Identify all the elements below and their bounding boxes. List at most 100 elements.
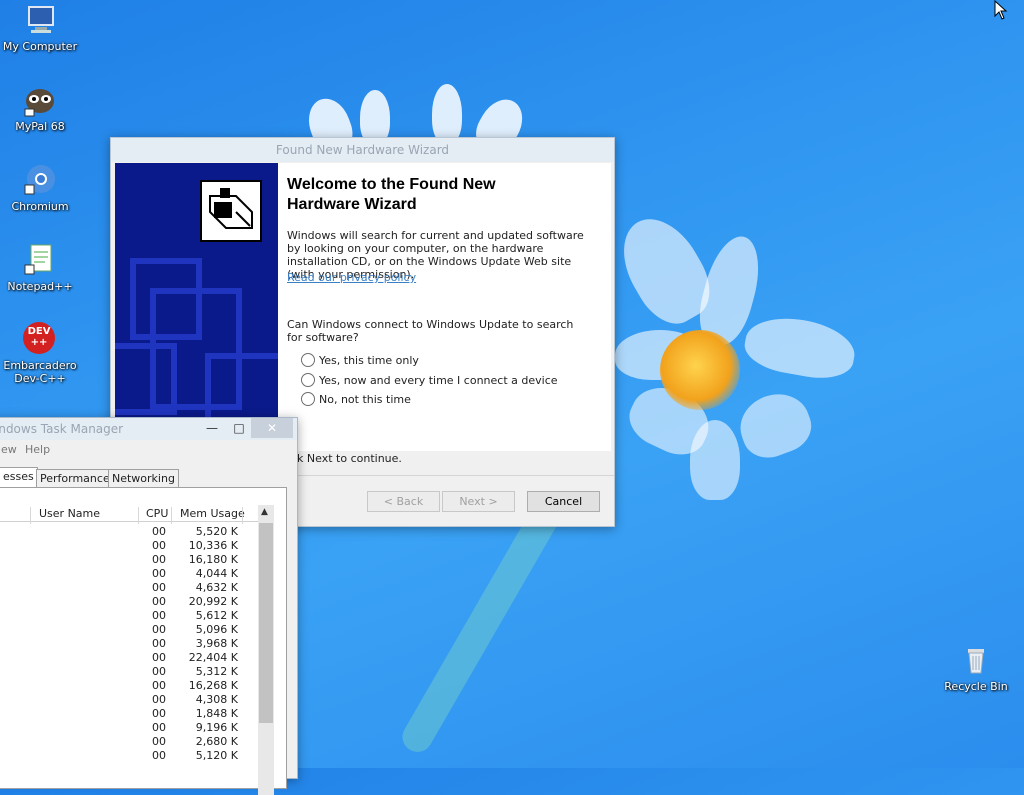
tab-performance[interactable]: Performance	[36, 469, 114, 487]
mem-value: 20,992 K	[188, 595, 238, 608]
column-cpu[interactable]: CPU	[146, 507, 168, 520]
menu-help[interactable]: Help	[25, 440, 50, 460]
table-row[interactable]: 00 10,336 K	[0, 539, 264, 553]
desktop-icon-mypal[interactable]: MyPal 68	[0, 83, 80, 133]
cpu-value: 00	[152, 567, 166, 580]
devcpp-icon: DEV ++	[23, 322, 57, 356]
minimize-icon[interactable]: —	[198, 418, 226, 438]
mem-value: 4,632 K	[195, 581, 238, 594]
radio-button[interactable]	[301, 373, 315, 387]
table-row[interactable]: 00 4,308 K	[0, 693, 264, 707]
mem-value: 5,520 K	[195, 525, 238, 538]
mem-value: 16,268 K	[188, 679, 238, 692]
cpu-value: 00	[152, 539, 166, 552]
mem-value: 3,968 K	[195, 637, 238, 650]
cpu-value: 00	[152, 525, 166, 538]
table-row[interactable]: 00 5,096 K	[0, 623, 264, 637]
column-user-name[interactable]: User Name	[39, 507, 100, 520]
table-row[interactable]: 00 9,196 K	[0, 721, 264, 735]
option-yes-once[interactable]: Yes, this time only	[301, 353, 419, 367]
mem-value: 4,308 K	[195, 693, 238, 706]
chevron-up-icon[interactable]: ▲	[261, 507, 268, 517]
desktop-icon-devcpp[interactable]: DEV ++ Embarcadero Dev-C++	[0, 322, 80, 385]
table-row[interactable]: 00 5,520 K	[0, 525, 264, 539]
cpu-value: 00	[152, 707, 166, 720]
desktop-icon-notepadpp[interactable]: Notepad++	[0, 243, 80, 293]
cpu-value: 00	[152, 581, 166, 594]
task-manager-title: indows Task Manager	[0, 422, 124, 436]
table-row[interactable]: 00 16,268 K	[0, 679, 264, 693]
column-mem-usage[interactable]: Mem Usage	[180, 507, 245, 520]
radio-button[interactable]	[301, 353, 315, 367]
wizard-banner	[115, 163, 278, 451]
scrollbar[interactable]: ▲	[258, 505, 274, 795]
table-row[interactable]: 00 5,312 K	[0, 665, 264, 679]
maximize-icon[interactable]: □	[225, 418, 253, 438]
table-row[interactable]: 00 5,120 K	[0, 749, 264, 763]
table-row[interactable]: 00 20,992 K	[0, 595, 264, 609]
option-no[interactable]: No, not this time	[301, 392, 411, 406]
scrollbar-thumb[interactable]	[259, 523, 273, 723]
privacy-policy-link[interactable]: Read our privacy policy	[287, 271, 416, 284]
table-row[interactable]: 00 16,180 K	[0, 553, 264, 567]
table-row[interactable]: 00 4,044 K	[0, 567, 264, 581]
radio-button[interactable]	[301, 392, 315, 406]
cpu-value: 00	[152, 553, 166, 566]
mypal-icon	[23, 83, 57, 117]
process-list-header: User Name CPU Mem Usage	[0, 505, 264, 524]
processes-panel: User Name CPU Mem Usage 00 5,520 K 00 10,33…	[0, 487, 287, 795]
cpu-value: 00	[152, 693, 166, 706]
table-row[interactable]: 00 5,612 K	[0, 609, 264, 623]
hardware-icon	[200, 180, 262, 242]
mem-value: 5,612 K	[195, 609, 238, 622]
continue-instruction: ck Next to continue.	[291, 452, 402, 465]
menu-view[interactable]: ew	[1, 440, 17, 460]
computer-icon	[23, 3, 57, 37]
cpu-value: 00	[152, 679, 166, 692]
cpu-value: 00	[152, 609, 166, 622]
tab-processes[interactable]: esses	[0, 467, 38, 488]
wizard-question: Can Windows connect to Windows Update to…	[287, 318, 574, 344]
mem-value: 4,044 K	[195, 567, 238, 580]
process-list: 00 5,520 K 00 10,336 K 00 16,180 K 00 4,044 K 00…	[0, 525, 264, 763]
table-row[interactable]: 00 1,848 K	[0, 707, 264, 721]
menu-bar: ew Help	[0, 440, 297, 460]
table-row[interactable]: 00 22,404 K	[0, 651, 264, 665]
cpu-value: 00	[152, 721, 166, 734]
tab-networking[interactable]: Networking	[108, 469, 179, 487]
table-row[interactable]: 00 2,680 K	[0, 735, 264, 749]
mem-value: 22,404 K	[188, 651, 238, 664]
mem-value: 5,312 K	[195, 665, 238, 678]
cpu-value: 00	[152, 595, 166, 608]
mem-value: 16,180 K	[188, 553, 238, 566]
cpu-value: 00	[152, 735, 166, 748]
back-button[interactable]: < Back	[367, 491, 440, 512]
next-button[interactable]: Next >	[442, 491, 515, 512]
notepadpp-icon	[23, 243, 57, 277]
close-icon[interactable]: ✕	[251, 418, 293, 438]
cpu-value: 00	[152, 623, 166, 636]
cpu-value: 00	[152, 665, 166, 678]
wizard-title: Found New Hardware Wizard	[111, 138, 614, 162]
option-yes-always[interactable]: Yes, now and every time I connect a devi…	[301, 373, 558, 387]
desktop-icon-my-computer[interactable]: My Computer	[0, 3, 80, 53]
task-manager-titlebar: indows Task Manager — □ ✕	[0, 418, 297, 440]
task-manager-window: indows Task Manager — □ ✕ ew Help esses …	[0, 417, 298, 795]
cpu-value: 00	[152, 749, 166, 762]
cpu-value: 00	[152, 637, 166, 650]
desktop-icon-chromium[interactable]: Chromium	[0, 163, 80, 213]
cancel-button[interactable]: Cancel	[527, 491, 600, 512]
mouse-cursor	[994, 0, 1008, 23]
recycle-bin-icon	[959, 643, 993, 677]
mem-value: 5,096 K	[195, 623, 238, 636]
chromium-icon	[23, 163, 57, 197]
desktop-icon-recycle-bin[interactable]: Recycle Bin	[936, 643, 1016, 693]
table-row[interactable]: 00 4,632 K	[0, 581, 264, 595]
mem-value: 9,196 K	[195, 721, 238, 734]
wizard-content: Welcome to the Found New Hardware Wizard…	[278, 163, 611, 451]
table-row[interactable]: 00 3,968 K	[0, 637, 264, 651]
mem-value: 2,680 K	[195, 735, 238, 748]
mem-value: 10,336 K	[188, 539, 238, 552]
wizard-heading: Welcome to the Found New Hardware Wizard	[287, 176, 496, 213]
cpu-value: 00	[152, 651, 166, 664]
